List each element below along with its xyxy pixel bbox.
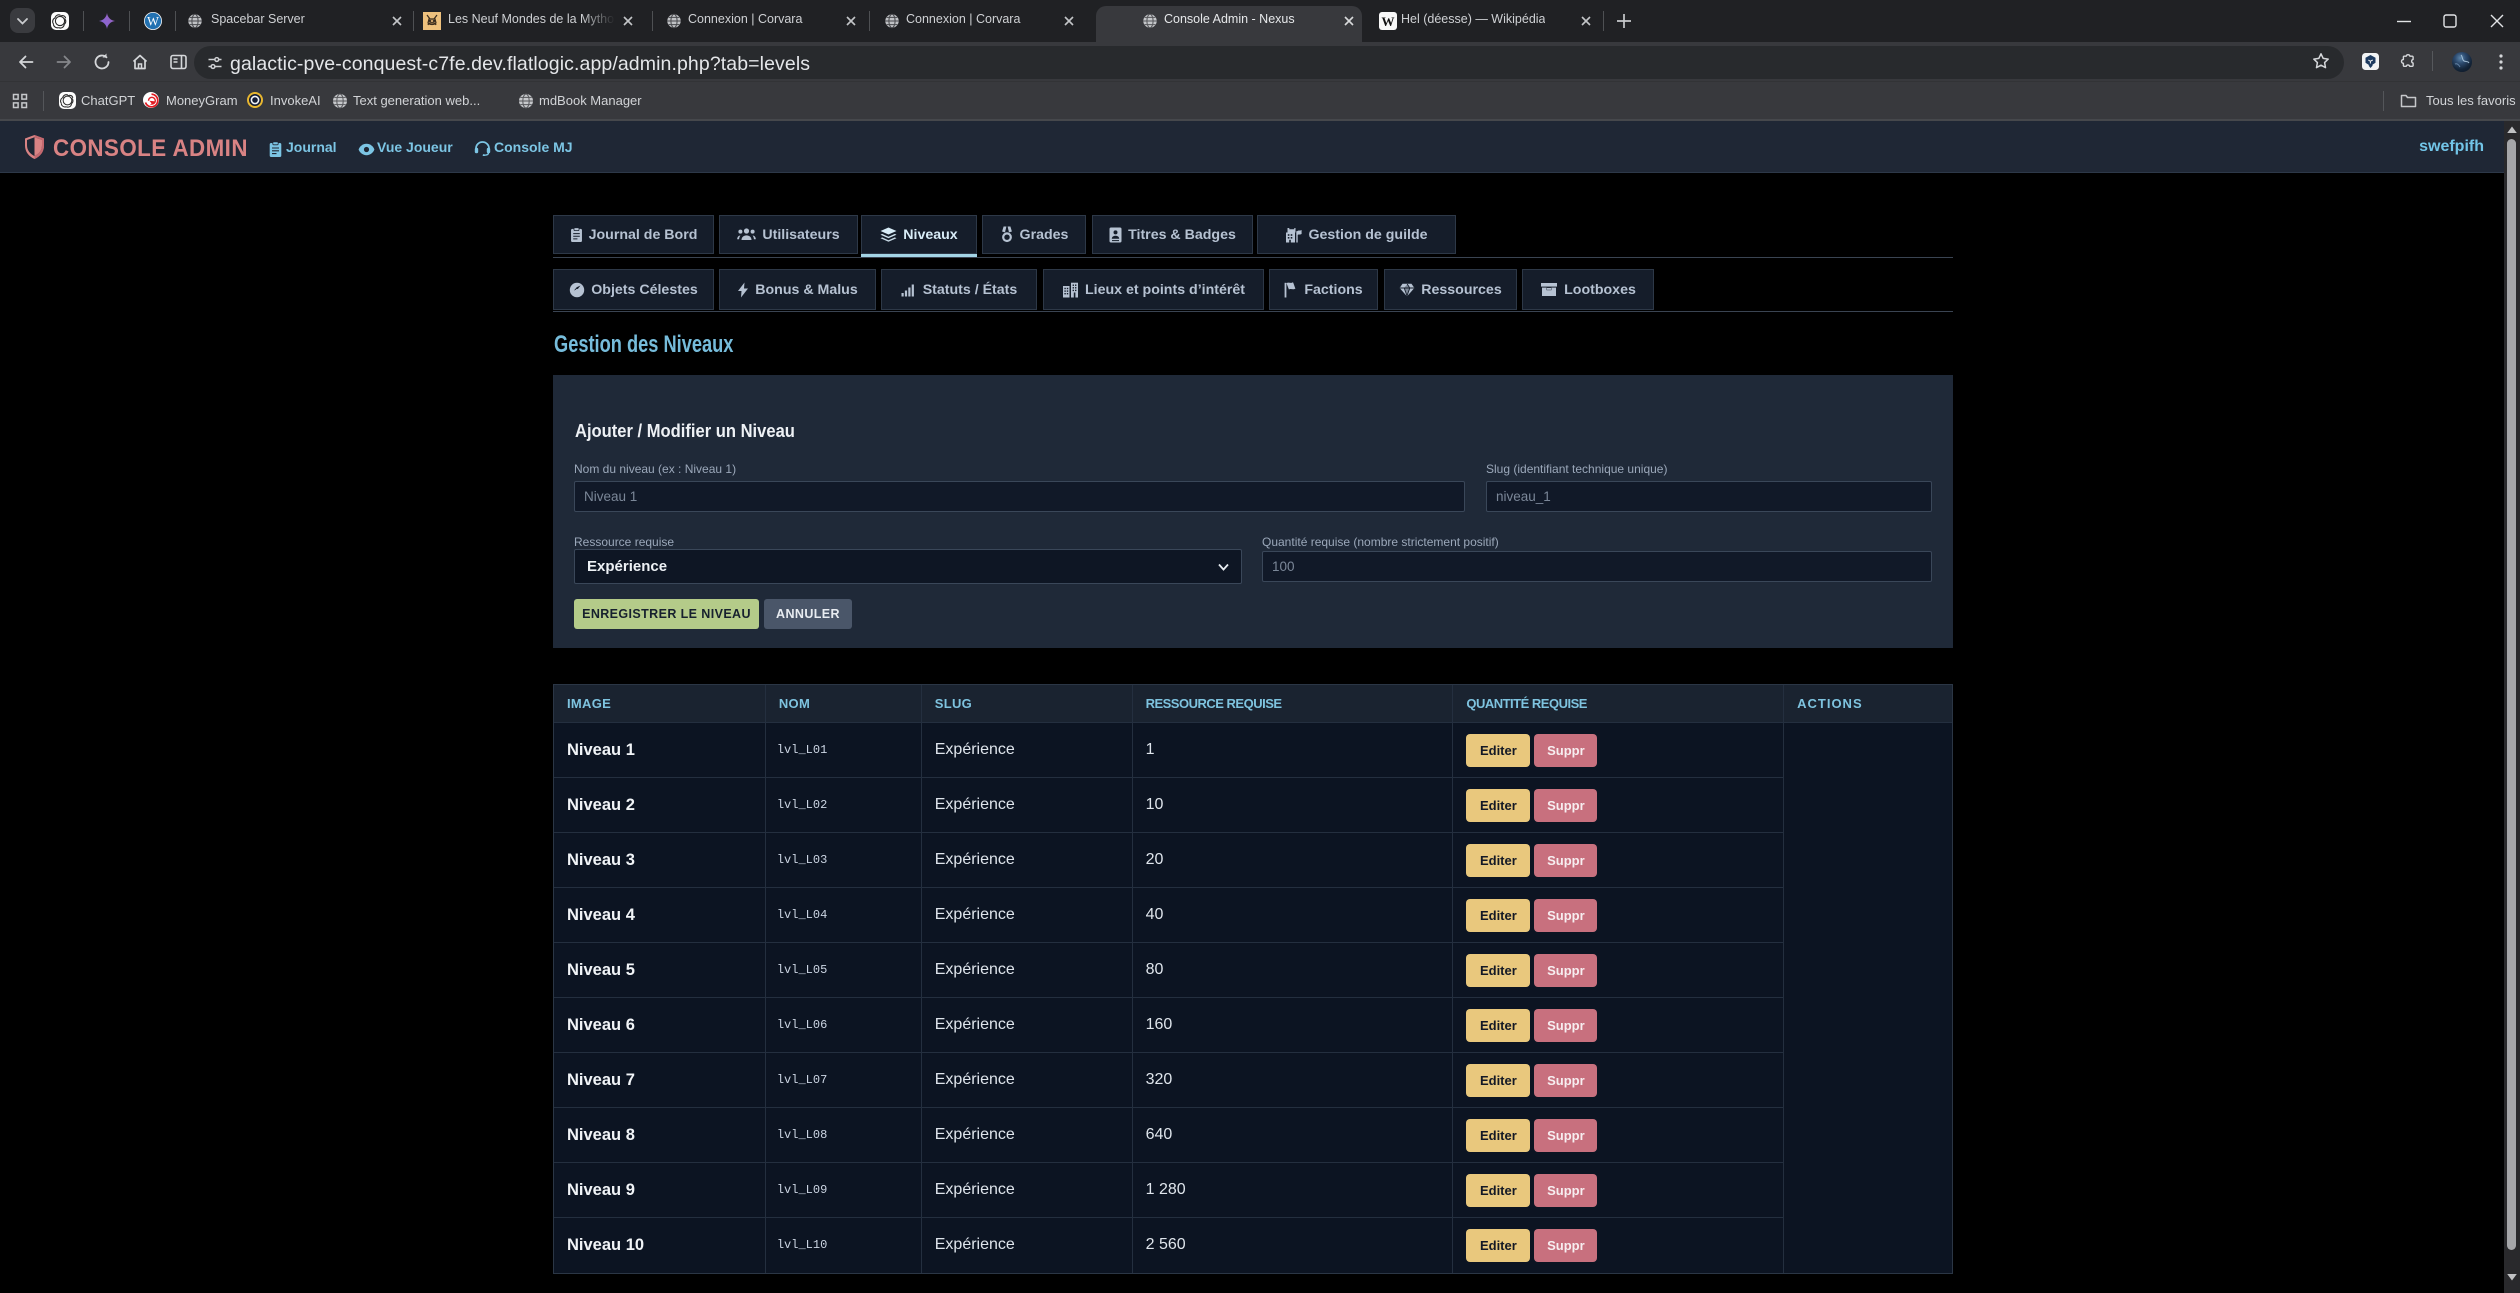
svg-text:W: W [1382, 14, 1395, 29]
svg-text:W: W [147, 15, 159, 29]
